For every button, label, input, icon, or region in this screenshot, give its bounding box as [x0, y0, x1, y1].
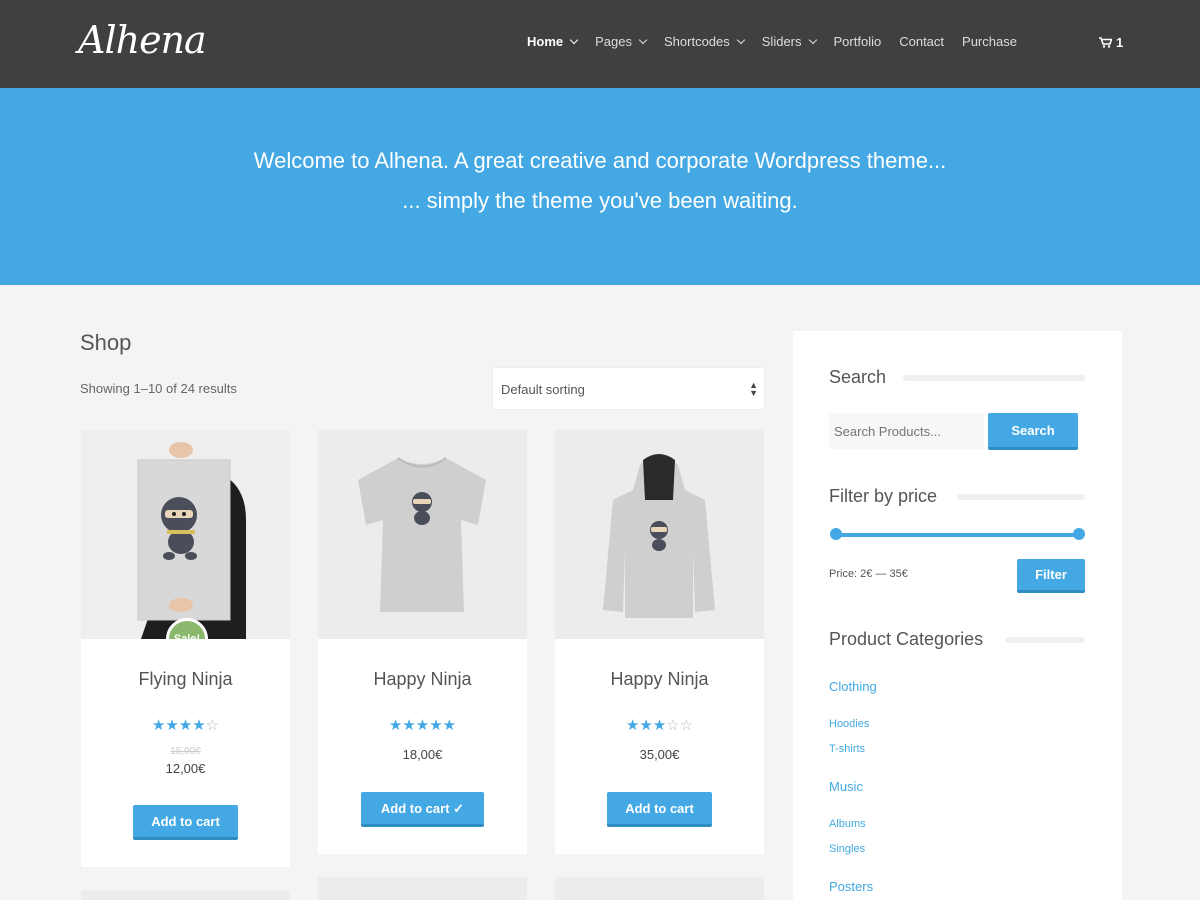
hero-subline: ... simply the theme you've been waiting… [402, 188, 798, 213]
poster-ninja-image [81, 430, 290, 639]
filter-button-label: Filter [1035, 567, 1067, 582]
product-name[interactable]: Happy Ninja [555, 669, 764, 690]
chevron-down-icon [736, 35, 746, 44]
title-divider [957, 494, 1085, 500]
price-range-label: Price: 2€ — 35€ [829, 568, 908, 580]
category-link-clothing[interactable]: Clothing [829, 679, 877, 694]
category-link-hoodies[interactable]: Hoodies [829, 718, 869, 730]
add-to-cart-label: Add to cart [151, 814, 220, 829]
nav-contact-label: Contact [899, 34, 945, 49]
product-card [318, 877, 527, 900]
product-price: 18,00€ [402, 747, 443, 762]
add-to-cart-button[interactable]: Add to cart [133, 805, 238, 840]
nav-contact[interactable]: Contact [899, 34, 944, 49]
price-slider-max-handle[interactable] [1073, 528, 1085, 540]
chevron-down-icon [808, 35, 817, 44]
chevron-down-icon [638, 35, 648, 44]
add-to-cart-label: Add to cart [380, 801, 450, 816]
category-link-posters[interactable]: Posters [829, 879, 873, 894]
star-filled-icon: ★★★★★ [388, 717, 457, 734]
product-card: Sale! Flying Ninja ★★★★☆ 15,00€ 12,00€ A… [81, 430, 290, 867]
site-header: Alhena Home Pages Shortcodes Sliders Por… [0, 0, 1200, 88]
add-to-cart-label: Add to cart [625, 801, 694, 816]
product-card: Happy Ninja ★★★★★ 18,00€ Add to cart ✓ [318, 430, 527, 854]
star-empty-icon: ☆☆ [666, 717, 694, 734]
hoodie-ninja-image [555, 430, 764, 639]
site-logo[interactable]: Alhena [78, 18, 207, 62]
star-rating: ★★★★☆ [81, 716, 290, 734]
chevron-down-icon [569, 35, 579, 44]
product-image[interactable] [555, 430, 764, 639]
title-divider [1005, 637, 1085, 643]
nav-pages[interactable]: Pages [595, 34, 648, 49]
nav-purchase-label: Purchase [962, 34, 1017, 49]
categories-widget-title: Product Categories [829, 629, 984, 649]
search-button-label: Search [1011, 423, 1055, 438]
cart-icon [1099, 37, 1112, 48]
product-price: 35,00€ [639, 747, 680, 762]
star-filled-icon: ★★★ [625, 717, 667, 734]
category-link-singles[interactable]: Singles [829, 843, 865, 855]
category-link-tshirts[interactable]: T-shirts [829, 743, 865, 755]
main-nav: Home Pages Shortcodes Sliders Portfolio … [527, 34, 1035, 49]
category-link-albums[interactable]: Albums [829, 818, 866, 830]
nav-sliders-label: Sliders [761, 34, 802, 49]
product-name[interactable]: Happy Ninja [318, 669, 527, 690]
tshirt-ninja-image [318, 430, 527, 639]
product-image[interactable] [318, 430, 527, 639]
hero-banner: Welcome to Alhena. A great creative and … [0, 88, 1200, 285]
product-card: Happy Ninja ★★★☆☆ 35,00€ Add to cart [555, 430, 764, 854]
cart-count: 1 [1116, 35, 1124, 50]
add-to-cart-button[interactable]: Add to cart [607, 792, 712, 827]
filter-button[interactable]: Filter [1017, 559, 1085, 593]
nav-pages-label: Pages [595, 34, 632, 49]
nav-home-label: Home [527, 34, 564, 49]
result-count: Showing 1–10 of 24 results [80, 381, 237, 396]
star-rating: ★★★★★ [318, 716, 527, 734]
nav-sliders[interactable]: Sliders [761, 34, 817, 49]
nav-home[interactable]: Home [527, 34, 579, 49]
search-button[interactable]: Search [988, 413, 1078, 450]
select-arrows-icon: ▲ ▼ [749, 380, 758, 398]
filter-widget-title: Filter by price [829, 486, 938, 506]
nav-shortcodes-label: Shortcodes [664, 34, 730, 49]
search-input[interactable] [829, 413, 984, 449]
nav-shortcodes[interactable]: Shortcodes [664, 34, 746, 49]
nav-portfolio-label: Portfolio [833, 34, 882, 49]
category-link-music[interactable]: Music [829, 779, 863, 794]
product-image[interactable]: Sale! [81, 430, 290, 639]
product-name[interactable]: Flying Ninja [81, 669, 290, 690]
page-title: Shop [80, 330, 132, 355]
star-empty-icon: ☆ [205, 717, 220, 734]
sidebar: Search Search Filter by price Price: 2€ … [793, 331, 1122, 900]
hero-headline: Welcome to Alhena. A great creative and … [253, 148, 947, 173]
old-price: 15,00€ [170, 746, 201, 757]
checkmark-icon: ✓ [453, 801, 465, 816]
product-card [555, 877, 764, 900]
search-widget-title: Search [829, 367, 887, 387]
sort-select-value: Default sorting [501, 382, 585, 397]
title-divider [903, 375, 1085, 381]
price-slider-min-handle[interactable] [830, 528, 842, 540]
star-filled-icon: ★★★★ [151, 717, 206, 734]
sort-select[interactable]: Default sorting ▲ ▼ [492, 367, 765, 410]
product-card [81, 890, 290, 900]
cart-link[interactable]: 1 [1099, 35, 1123, 50]
star-rating: ★★★☆☆ [555, 716, 764, 734]
nav-purchase[interactable]: Purchase [962, 34, 1017, 49]
product-price: 12,00€ [165, 761, 206, 776]
price-slider-track[interactable] [836, 533, 1078, 537]
nav-portfolio[interactable]: Portfolio [834, 34, 882, 49]
add-to-cart-button[interactable]: Add to cart ✓ [361, 792, 484, 827]
